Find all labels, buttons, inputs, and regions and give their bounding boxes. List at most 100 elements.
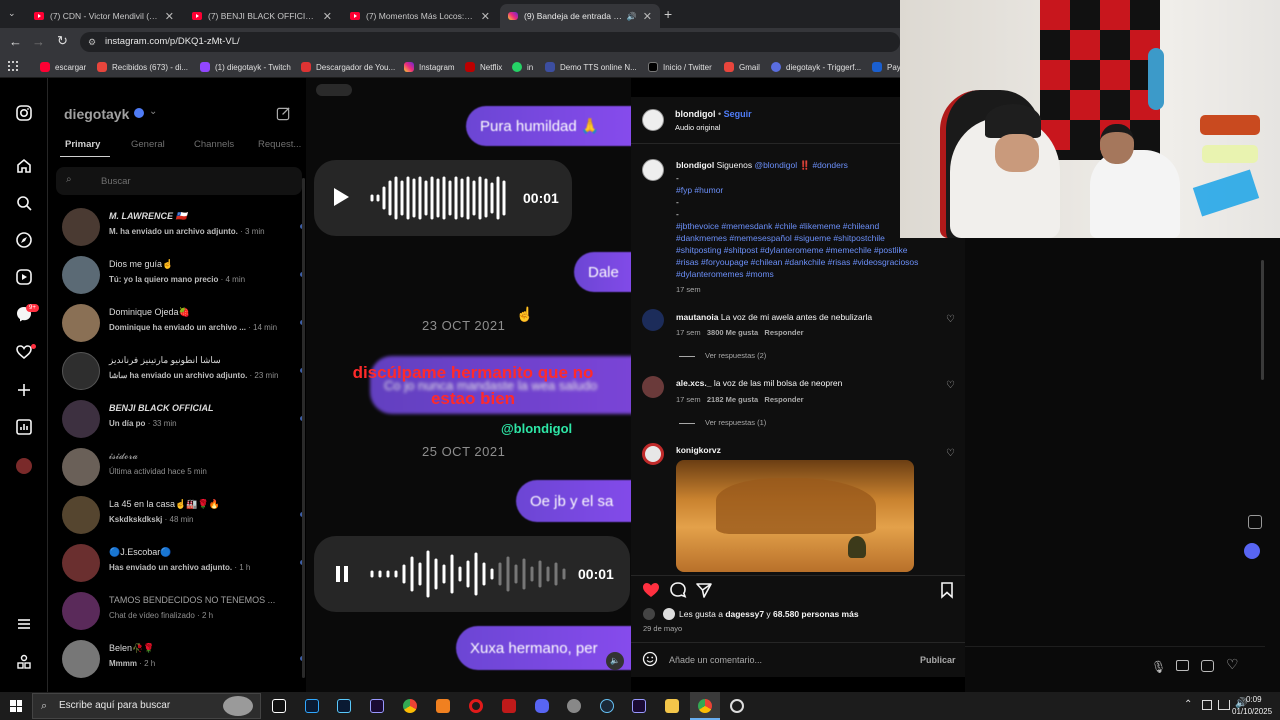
vlc-icon[interactable] bbox=[436, 699, 450, 713]
windows-start-icon[interactable] bbox=[10, 700, 22, 712]
speaker-icon[interactable]: 🔊 bbox=[627, 12, 637, 21]
discord-icon[interactable] bbox=[535, 699, 549, 713]
instagram-logo-icon[interactable] bbox=[15, 104, 33, 122]
author-avatar[interactable] bbox=[642, 109, 664, 131]
save-bookmark-icon[interactable] bbox=[937, 580, 957, 600]
bookmark-item[interactable]: escargar bbox=[40, 60, 86, 74]
view-replies-link[interactable]: Ver respuestas (1) bbox=[679, 418, 766, 427]
reel-video-area[interactable]: Pura humildad 🙏 00:01 Dale 23 OCT 2021 C… bbox=[306, 78, 631, 692]
opera-icon[interactable] bbox=[469, 699, 483, 713]
caption-hashtags[interactable]: #fyp #humor bbox=[676, 185, 723, 195]
apps-icon[interactable] bbox=[8, 61, 18, 71]
address-bar[interactable]: ⚙ instagram.com/p/DKQ1-zMt-VL/ bbox=[80, 32, 900, 52]
follow-button[interactable]: Seguir bbox=[724, 109, 752, 119]
thread-item[interactable]: 𝓲𝓼𝓲𝓭𝓸𝓻𝓪 Última actividad hace 5 min bbox=[62, 444, 342, 492]
new-message-icon[interactable] bbox=[276, 106, 291, 121]
caption-hashtags[interactable]: #dankmemes #memesespañol #sigueme #shitp… bbox=[676, 233, 885, 243]
tab-cdn[interactable]: (7) CDN - Victor Mendivil (Offic ✕ bbox=[26, 4, 182, 28]
caption-hashtags[interactable]: #shitposting #shitpost #dylanteromeme #m… bbox=[676, 245, 908, 255]
photoshop-icon[interactable] bbox=[305, 699, 319, 713]
obs-icon[interactable] bbox=[730, 699, 744, 713]
new-tab-icon[interactable]: + bbox=[664, 6, 672, 22]
comment-icon[interactable] bbox=[668, 580, 688, 600]
bookmark-item[interactable]: Netflix bbox=[465, 60, 502, 74]
search-icon[interactable] bbox=[15, 194, 33, 212]
account-name[interactable]: diegotayk bbox=[64, 106, 129, 122]
bookmark-item[interactable]: in bbox=[512, 60, 533, 74]
forward-icon[interactable]: → bbox=[32, 34, 45, 49]
thread-item[interactable]: M. LAWRENCE 🇨🇱 M. ha enviado un archivo … bbox=[62, 204, 342, 252]
tab-search-icon[interactable]: ⌄ bbox=[8, 8, 20, 20]
bookmark-item[interactable]: Demo TTS online N... bbox=[545, 60, 637, 74]
bookmark-item[interactable]: Descargador de You... bbox=[301, 60, 395, 74]
home-icon[interactable] bbox=[15, 157, 33, 175]
chrome-icon[interactable] bbox=[403, 699, 417, 713]
dashboard-icon[interactable] bbox=[15, 418, 33, 436]
share-icon[interactable] bbox=[694, 580, 714, 600]
emoji-icon[interactable] bbox=[642, 651, 658, 667]
like-comment-icon[interactable]: ♡ bbox=[946, 381, 956, 391]
chevron-up-icon[interactable]: ⌃ bbox=[1184, 699, 1192, 710]
like-comment-icon[interactable]: ♡ bbox=[946, 315, 956, 325]
thread-item[interactable]: Belen🥀🌹 Mmmm · 2 h bbox=[62, 636, 342, 684]
comment-input[interactable]: Añade un comentario... bbox=[669, 655, 899, 665]
taskbar-search[interactable]: ⌕ Escribe aquí para buscar bbox=[32, 693, 261, 719]
bookmark-item[interactable]: Recibidos (673) - di... bbox=[97, 60, 188, 74]
tab-momentos[interactable]: (7) Momentos Más Locos: Polic ✕ bbox=[342, 4, 498, 28]
bookmark-item[interactable]: diegotayk - Triggerf... bbox=[771, 60, 861, 74]
bookmark-item[interactable]: Gmail bbox=[724, 60, 760, 74]
steam-icon[interactable] bbox=[600, 699, 614, 713]
after-effects-icon[interactable] bbox=[370, 699, 384, 713]
thread-item[interactable]: Dios me guía☝️ Tú: yo la quiero mano pre… bbox=[62, 252, 342, 300]
commenter-avatar[interactable] bbox=[642, 309, 664, 331]
comment-gif-image[interactable] bbox=[676, 460, 914, 572]
bookmark-item[interactable]: (1) diegotayk - Twitch bbox=[200, 60, 291, 74]
menu-icon[interactable] bbox=[15, 615, 33, 633]
tab-primary[interactable]: Primary bbox=[65, 139, 100, 150]
bookmark-item[interactable]: Pay bbox=[872, 60, 901, 74]
thread-item[interactable]: La 45 en la casa☝️🏭🌹🔥 Kskdkskdkskj · 48 … bbox=[62, 492, 342, 540]
file-explorer-icon[interactable] bbox=[665, 699, 679, 713]
lightroom-icon[interactable] bbox=[337, 699, 351, 713]
thread-item[interactable]: 🔵J.Escobar🔵 Has enviado un archivo adjun… bbox=[62, 540, 342, 588]
close-tab-icon[interactable]: ✕ bbox=[481, 10, 490, 23]
image-icon[interactable] bbox=[1176, 660, 1189, 671]
meta-apps-icon[interactable] bbox=[15, 653, 33, 671]
thread-item[interactable]: BENJI BLACK OFFICIAL Un día po · 33 min bbox=[62, 396, 342, 444]
clock-date[interactable]: 01/10/2025 bbox=[1232, 707, 1272, 716]
scrollbar[interactable] bbox=[302, 178, 305, 678]
reels-icon[interactable] bbox=[15, 268, 33, 286]
discord-icon[interactable] bbox=[1244, 543, 1260, 559]
microphone-icon[interactable]: 🎙 bbox=[1151, 660, 1166, 674]
bookmark-item[interactable]: Inicio / Twitter bbox=[648, 60, 712, 74]
explore-icon[interactable] bbox=[15, 231, 33, 249]
heart-icon[interactable]: ♡ bbox=[1226, 656, 1239, 673]
close-tab-icon[interactable]: ✕ bbox=[323, 10, 332, 23]
like-comment-icon[interactable]: ♡ bbox=[946, 449, 956, 459]
author-username[interactable]: blondigol bbox=[675, 109, 716, 119]
profile-avatar[interactable] bbox=[16, 458, 32, 474]
caption-hashtags[interactable]: #dylanteromemes #moms bbox=[676, 269, 774, 279]
commenter-avatar[interactable] bbox=[642, 443, 664, 465]
network-icon[interactable] bbox=[1218, 700, 1230, 710]
caption-hashtags[interactable]: #risas #foryoupage #chilean #dankchile #… bbox=[676, 257, 918, 267]
likes-summary[interactable]: Les gusta a dagessy7 y 68.580 personas m… bbox=[679, 609, 859, 619]
search-field[interactable]: ⌕ Buscar bbox=[56, 167, 302, 195]
caption-hashtags[interactable]: #jbthevoice #memesdank #chile #likememe … bbox=[676, 221, 879, 231]
reload-icon[interactable]: ↻ bbox=[57, 33, 68, 49]
tab-channels[interactable]: Channels bbox=[194, 139, 234, 150]
tab-benji[interactable]: (7) BENJI BLACK OFFICIAL - You ✕ bbox=[184, 4, 340, 28]
commenter-avatar[interactable] bbox=[642, 376, 664, 398]
liked-heart-icon[interactable] bbox=[641, 580, 661, 600]
view-replies-link[interactable]: Ver respuestas (2) bbox=[679, 351, 766, 360]
site-info-icon[interactable]: ⚙ bbox=[88, 32, 96, 52]
audio-label[interactable]: Audio original bbox=[675, 123, 720, 132]
close-tab-icon[interactable]: ✕ bbox=[165, 10, 174, 23]
back-icon[interactable]: ← bbox=[9, 34, 22, 49]
clock-time[interactable]: 0:09 bbox=[1246, 695, 1262, 704]
tray-icon[interactable] bbox=[1202, 700, 1212, 710]
thread-item[interactable]: ساشا انطونيو مارتينيز فرنانديز ساشا ha e… bbox=[62, 348, 342, 396]
publish-button[interactable]: Publicar bbox=[920, 655, 956, 665]
close-tab-icon[interactable]: ✕ bbox=[643, 10, 652, 23]
create-plus-icon[interactable] bbox=[15, 381, 33, 399]
